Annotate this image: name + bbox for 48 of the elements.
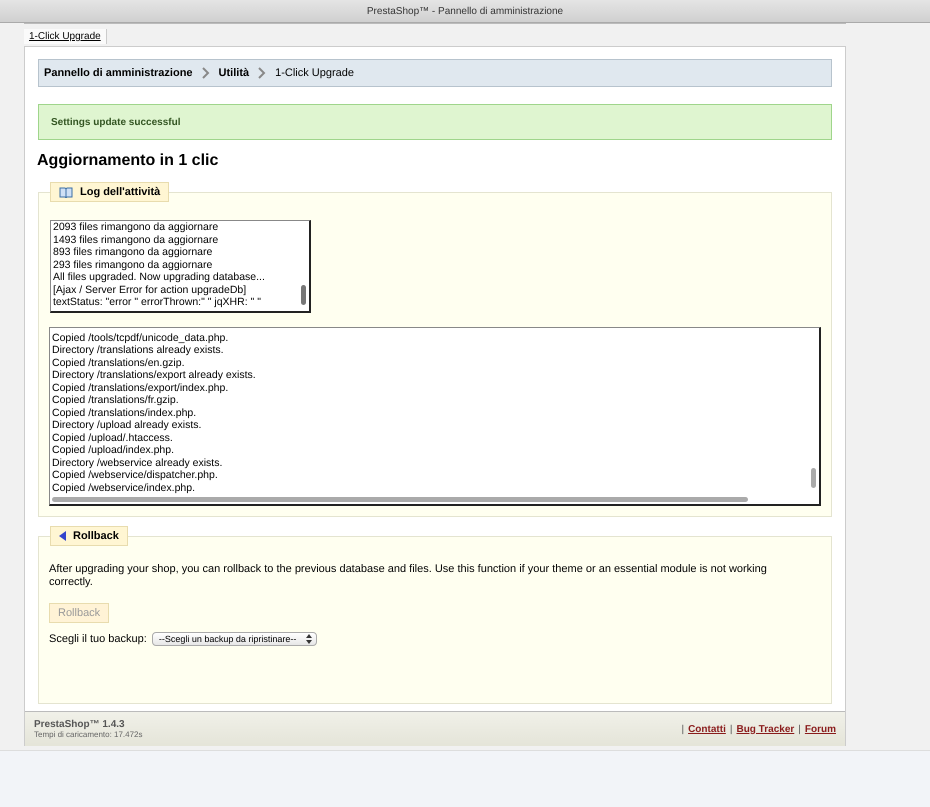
log-line: Copied /tools/tcpdf/unicode_data.php.: [51, 332, 228, 344]
log-line: 2093 files rimangono da aggiornare: [52, 221, 218, 234]
log-line: Copied /translations/export/index.php.: [51, 382, 228, 394]
scrollbar-thumb[interactable]: [811, 468, 816, 488]
backup-label: Scegli il tuo backup:: [49, 633, 147, 645]
page-heading: Aggiornamento in 1 clic: [37, 152, 220, 170]
tab[interactable]: 1-Click Upgrade: [24, 29, 107, 44]
chevron-icon: [258, 67, 266, 79]
log-line: Directory /translations already exists.: [51, 344, 224, 356]
footer-link[interactable]: Contatti: [688, 724, 726, 734]
separator-text: |: [730, 724, 732, 734]
book-icon: [59, 186, 73, 198]
left-triangle-icon: [59, 531, 66, 541]
legend-text: Rollback: [73, 530, 119, 542]
breadcrumb-item[interactable]: Utilità: [218, 67, 250, 79]
breadcrumb-item[interactable]: Pannello di amministrazione: [44, 67, 193, 79]
log-line: Copied /webservice/index.php.: [51, 482, 196, 494]
legend-text: Log dell'attività: [80, 186, 160, 198]
log-line: 293 files rimangono da aggiornare: [52, 258, 212, 271]
success-message: Settings update successful: [38, 104, 832, 140]
chevron-icon: [202, 67, 210, 79]
scrollbar-thumb[interactable]: [301, 285, 306, 305]
log-line: Directory /upload already exists.: [51, 419, 202, 432]
breadcrumb-item[interactable]: 1-Click Upgrade: [275, 67, 354, 79]
backup-dropdown[interactable]: --Scegli un backup da ripristinare--: [152, 632, 318, 646]
log-line: Directory /webservice already exists.: [51, 456, 222, 469]
log-line: All files upgraded. Now upgrading database...: [52, 271, 265, 284]
load-time-text: Tempi di caricamento: 17.472s: [34, 730, 142, 739]
log-line: textStatus: "error " errorThrown:" " jqXHR: " ": [52, 296, 261, 308]
log-line: Copied /webservice/dispatcher.php.: [51, 469, 218, 482]
log-line: [Ajax / Server Error for action upgradeDb]: [52, 284, 246, 296]
separator-text: |: [681, 724, 684, 734]
footer-link[interactable]: Forum: [804, 724, 836, 734]
log-line: Copied /upload/.htaccess.: [51, 432, 173, 444]
log-line: Directory /translations/export already exists.: [51, 369, 256, 382]
separator-text: |: [798, 724, 801, 734]
log-line: Copied /upload/index.php.: [51, 444, 174, 456]
version-text: PrestaShop™ 1.4.3: [34, 719, 126, 730]
log-line: 893 files rimangono da aggiornare: [52, 246, 212, 258]
log-line: Copied /translations/fr.gzip.: [51, 394, 179, 406]
log-line: Copied /translations/index.php.: [51, 406, 196, 419]
footer-link[interactable]: Bug Tracker: [736, 724, 794, 734]
updown-arrows-icon: [306, 634, 312, 644]
log-line: Copied /translations/en.gzip.: [51, 356, 184, 369]
description-text: After upgrading your shop, you can rollback to the previous database and files. Use this function if your theme or an essential module is not working correctly.: [49, 563, 768, 589]
scrollbar-thumb[interactable]: [52, 497, 748, 502]
window-title: PrestaShop™ - Pannello di amministrazione: [366, 6, 564, 16]
log-line: 1493 files rimangono da aggiornare: [52, 234, 218, 246]
